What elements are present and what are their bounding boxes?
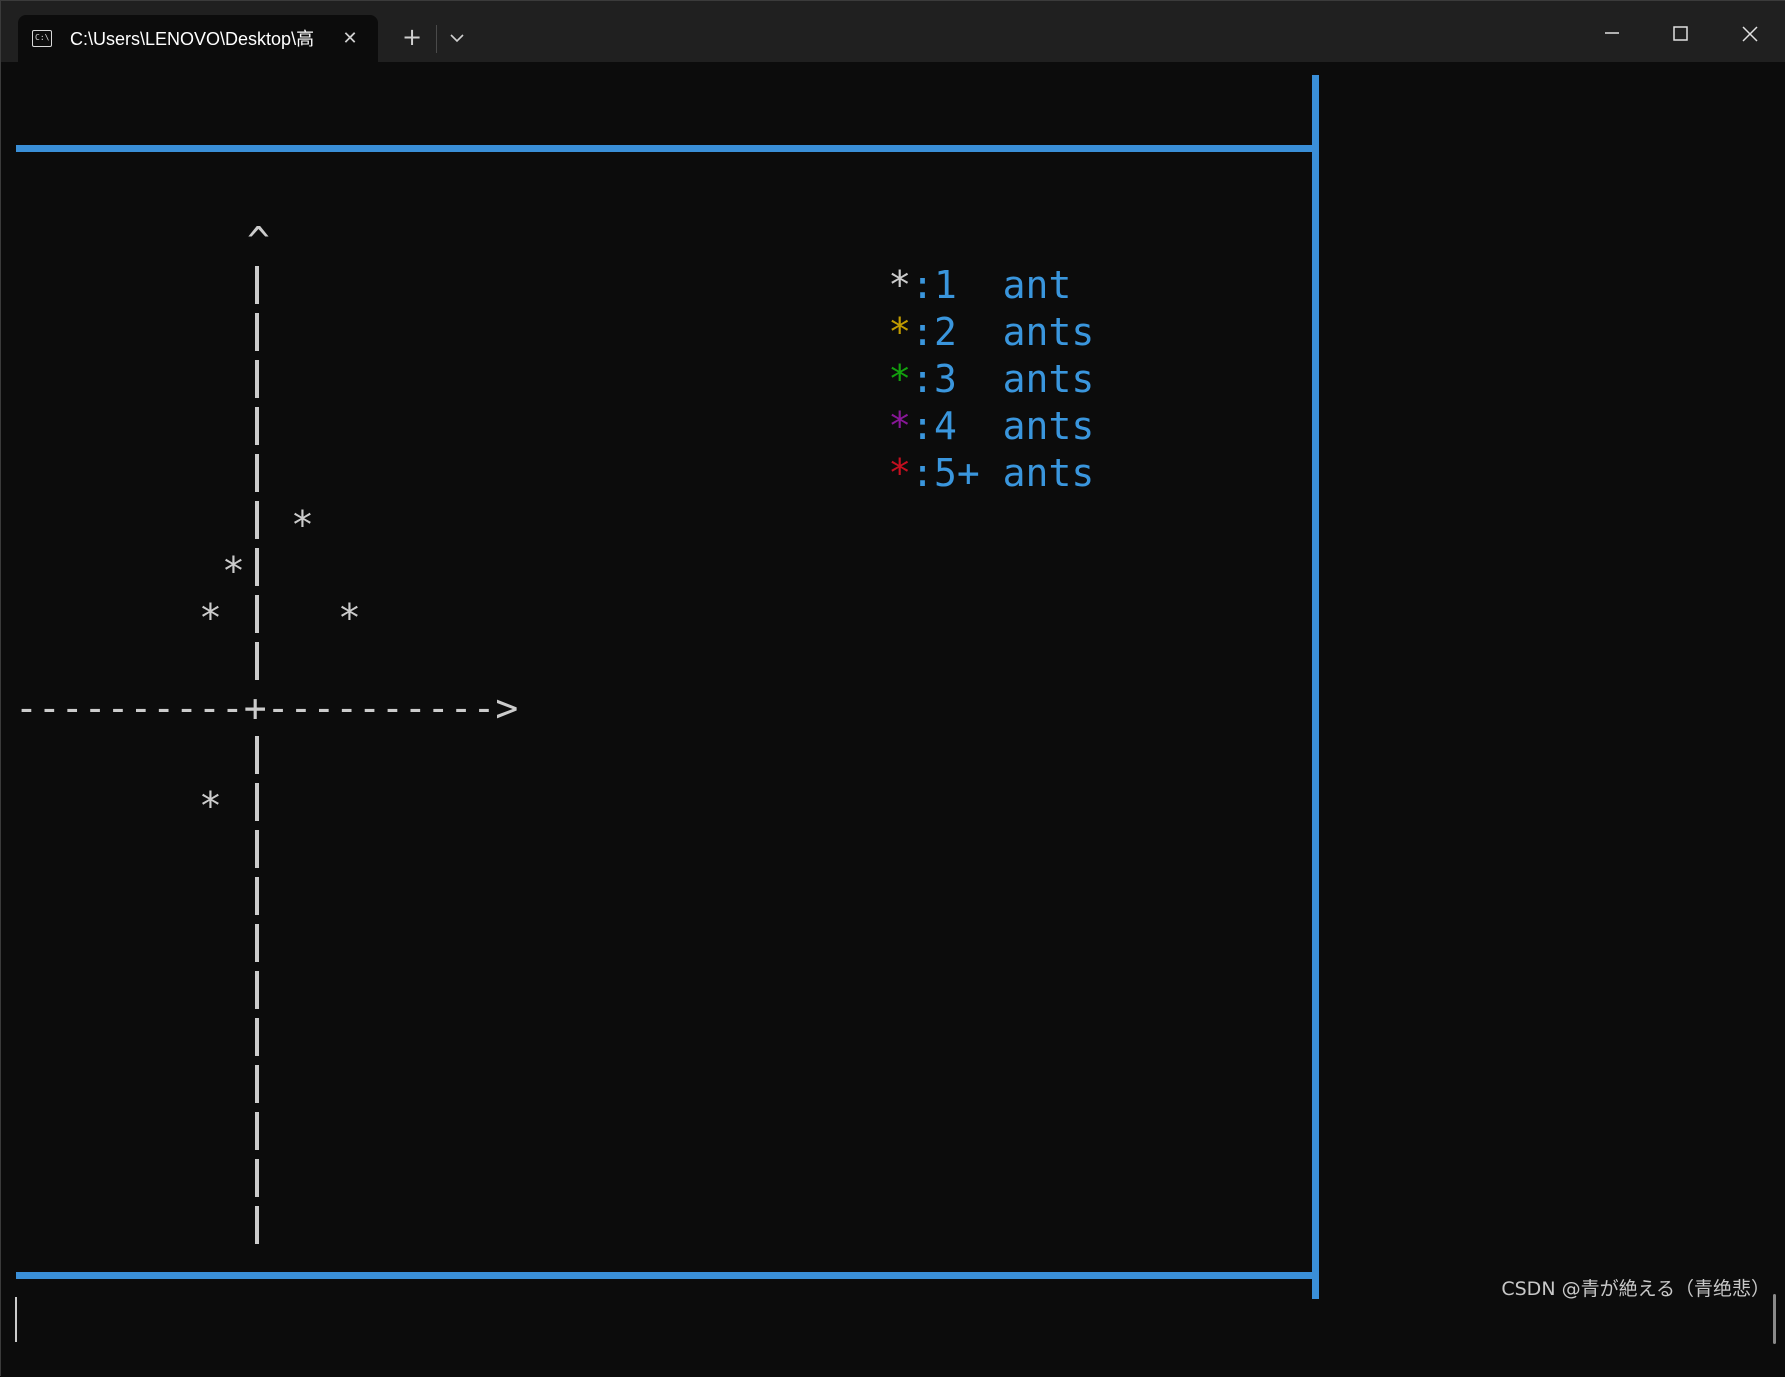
tab-active[interactable]: C:\ C:\Users\LENOVO\Desktop\高 ✕ (18, 15, 378, 62)
y-axis-segment (255, 642, 259, 680)
y-axis-segment (255, 501, 259, 539)
legend-label: :5+ ants (911, 451, 1095, 495)
close-tab-button[interactable]: ✕ (336, 25, 364, 53)
close-icon (1742, 26, 1758, 42)
ant-point: * (291, 503, 314, 547)
ant-point: * (338, 596, 361, 640)
y-axis-segment (255, 830, 259, 868)
y-axis-segment (255, 266, 259, 304)
y-axis-segment (255, 454, 259, 492)
y-axis-segment (255, 1065, 259, 1103)
ant-point: * (222, 549, 245, 593)
y-axis-segment (255, 548, 259, 586)
y-axis-segment (255, 360, 259, 398)
ant-point: * (199, 784, 222, 828)
tab-divider (436, 25, 437, 53)
y-axis-segment (255, 736, 259, 774)
maximize-icon (1673, 26, 1688, 41)
y-axis-segment (255, 1018, 259, 1056)
tab-dropdown-button[interactable] (442, 23, 472, 53)
new-tab-button[interactable]: + (397, 23, 427, 53)
y-axis-segment (255, 1159, 259, 1197)
y-axis-segment (255, 1206, 259, 1244)
tab-title: C:\Users\LENOVO\Desktop\高 (70, 29, 315, 49)
y-axis-arrow: ^ (247, 219, 270, 263)
y-axis-segment (255, 971, 259, 1009)
command-prompt-icon: C:\ (32, 30, 52, 47)
watermark: CSDN @青が絶える（青绝悲） (1501, 1278, 1770, 1300)
ant-point: * (199, 596, 222, 640)
y-axis-segment (255, 924, 259, 962)
y-axis-segment (255, 877, 259, 915)
y-axis-segment (255, 595, 259, 633)
terminal-window: C:\ C:\Users\LENOVO\Desktop\高 ✕ + ^ ----… (0, 0, 1785, 1377)
x-axis: ----------+----------> (15, 686, 519, 730)
y-axis-segment (255, 407, 259, 445)
terminal-content[interactable]: ^ ----------+----------> * * * * * *:1 a… (1, 62, 1785, 1377)
frame-top-border (16, 145, 1316, 152)
scrollbar[interactable] (1773, 1294, 1776, 1344)
minimize-button[interactable] (1588, 11, 1634, 55)
minimize-icon (1605, 32, 1619, 34)
close-window-button[interactable] (1726, 11, 1772, 55)
y-axis-segment (255, 313, 259, 351)
frame-bottom-border (16, 1272, 1316, 1279)
title-bar: C:\ C:\Users\LENOVO\Desktop\高 ✕ + (1, 1, 1785, 62)
legend-row: *:5+ ants (751, 403, 1094, 544)
text-cursor (15, 1297, 17, 1342)
chevron-down-icon (450, 34, 464, 43)
y-axis-segment (255, 783, 259, 821)
legend-star: * (888, 451, 912, 495)
maximize-button[interactable] (1657, 11, 1703, 55)
y-axis-segment (255, 1112, 259, 1150)
frame-right-border (1312, 75, 1319, 1299)
